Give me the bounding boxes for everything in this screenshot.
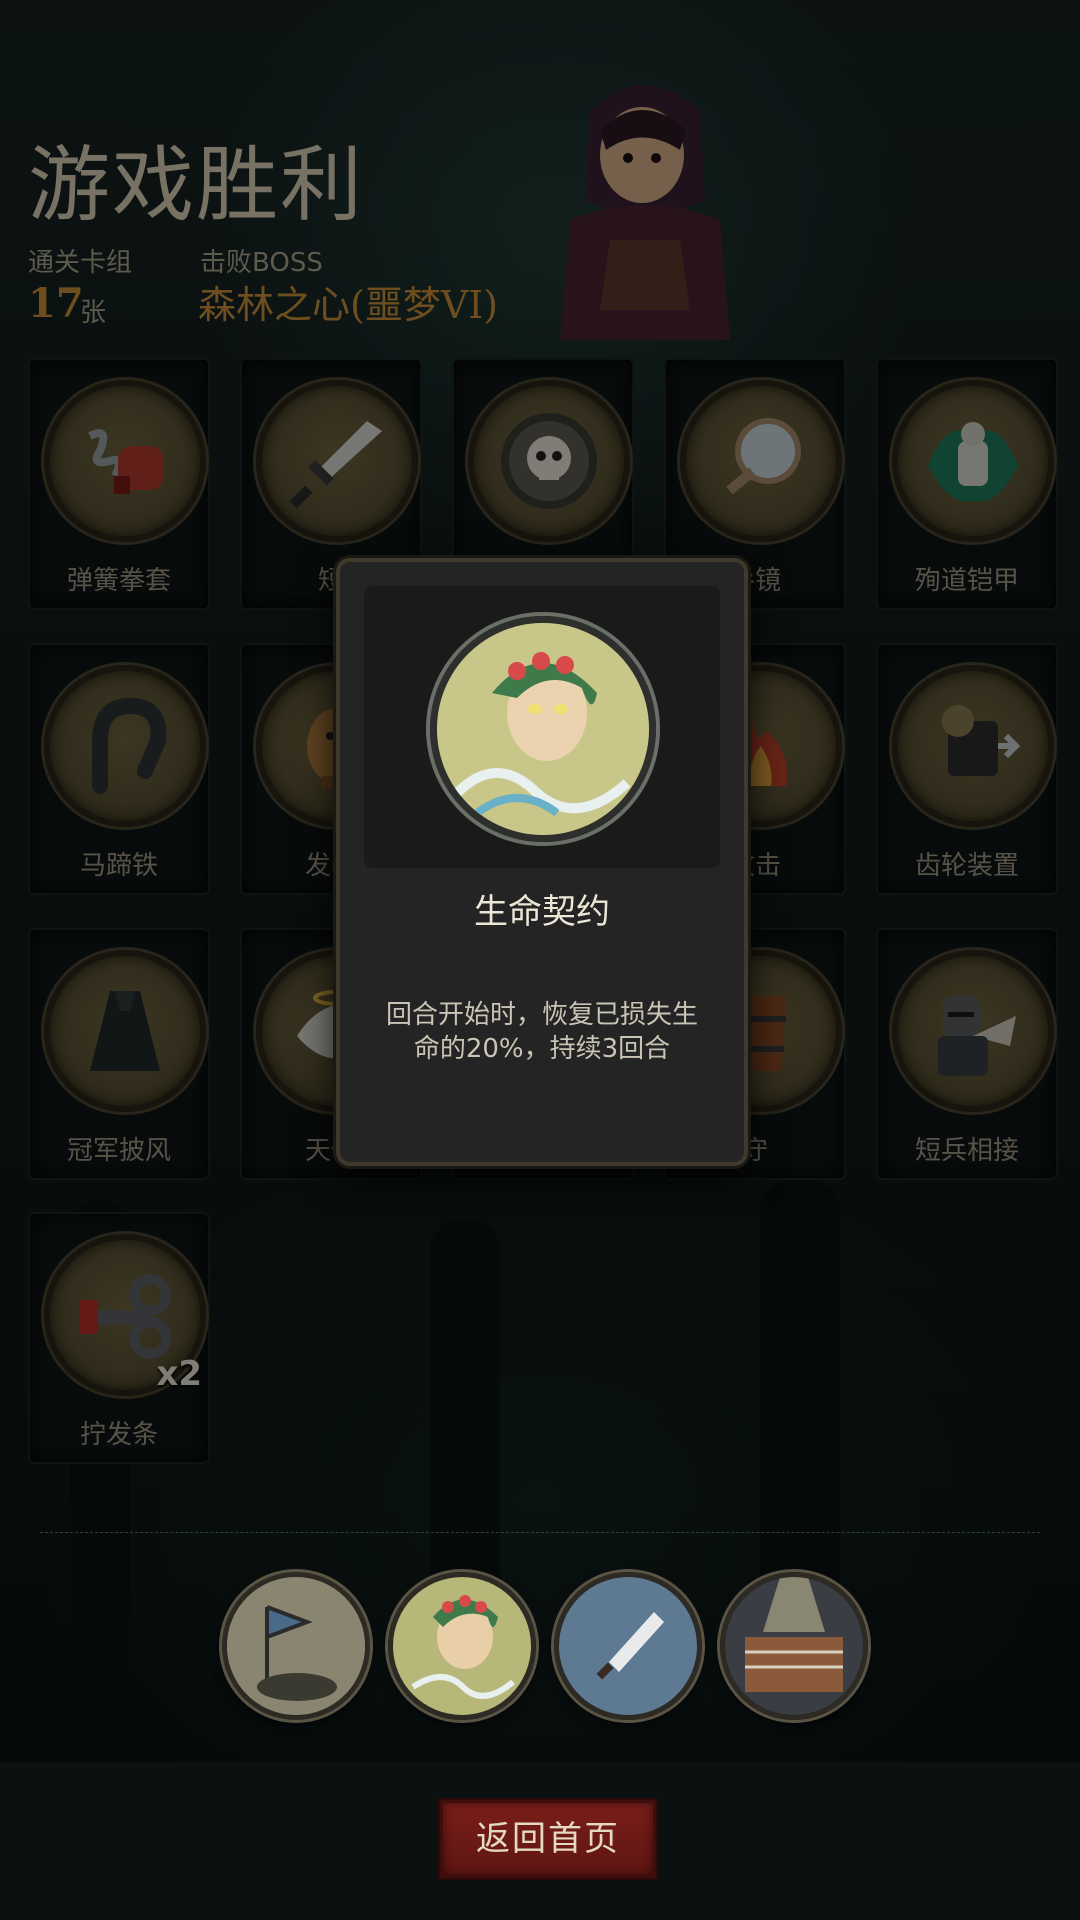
card-item[interactable]: x2 拧发条 bbox=[28, 1212, 210, 1464]
boss-name: 森林之心(噩梦VI) bbox=[198, 283, 499, 327]
card-label: 马蹄铁 bbox=[79, 851, 158, 881]
card-item[interactable]: 冠军披风 bbox=[28, 928, 210, 1180]
divider bbox=[40, 1532, 1040, 1533]
battle-banner-icon bbox=[227, 1577, 365, 1715]
card-label: 拧发条 bbox=[79, 1420, 158, 1450]
relic-slot[interactable] bbox=[388, 1572, 536, 1720]
card-detail-modal[interactable]: 生命契约 回合开始时，恢复已损失生命的20%，持续3回合 bbox=[336, 558, 748, 1166]
martyr-armor-icon bbox=[892, 380, 1054, 542]
card-item[interactable]: 殉道铠甲 bbox=[876, 358, 1058, 610]
card-item[interactable]: 短兵相接 bbox=[876, 928, 1058, 1180]
card-description: 回合开始时，恢复已损失生命的20%，持续3回合 bbox=[385, 1000, 698, 1064]
skull-shield-icon bbox=[468, 380, 630, 542]
short-sword-icon bbox=[256, 380, 418, 542]
card-label: 短兵相接 bbox=[914, 1136, 1019, 1166]
relic-slot[interactable] bbox=[554, 1572, 702, 1720]
card-item[interactable]: 马蹄铁 bbox=[28, 643, 210, 895]
deck-unit: 张 bbox=[80, 298, 107, 328]
boxing-ring-icon bbox=[725, 1577, 863, 1715]
hero-portrait bbox=[560, 85, 730, 340]
relic-slot[interactable] bbox=[720, 1572, 868, 1720]
card-item[interactable]: 齿轮装置 bbox=[876, 643, 1058, 895]
card-label: 弹簧拳套 bbox=[66, 566, 171, 596]
victory-title: 游戏胜利 bbox=[28, 138, 365, 233]
card-item[interactable]: 弹簧拳套 bbox=[28, 358, 210, 610]
dryad-portrait-icon bbox=[393, 1577, 531, 1715]
card-art-panel bbox=[364, 586, 720, 868]
dryad-portrait-icon bbox=[430, 616, 656, 842]
spring-glove-icon bbox=[44, 380, 206, 542]
deck-count: 17 bbox=[28, 280, 84, 327]
card-label: 殉道铠甲 bbox=[914, 566, 1019, 596]
dagger-icon bbox=[559, 1577, 697, 1715]
deck-label: 通关卡组 bbox=[28, 248, 133, 278]
return-home-button[interactable]: 返回首页 bbox=[440, 1800, 656, 1878]
card-count-badge: x2 bbox=[156, 1354, 202, 1394]
card-label: 齿轮装置 bbox=[914, 851, 1019, 881]
champion-cloak-icon bbox=[44, 950, 206, 1112]
relic-slot[interactable] bbox=[222, 1572, 370, 1720]
horseshoe-icon bbox=[44, 665, 206, 827]
card-title: 生命契约 bbox=[474, 892, 610, 932]
gear-device-icon bbox=[892, 665, 1054, 827]
card-label: 冠军披风 bbox=[66, 1136, 171, 1166]
knight-icon bbox=[892, 950, 1054, 1112]
hand-mirror-icon bbox=[680, 380, 842, 542]
